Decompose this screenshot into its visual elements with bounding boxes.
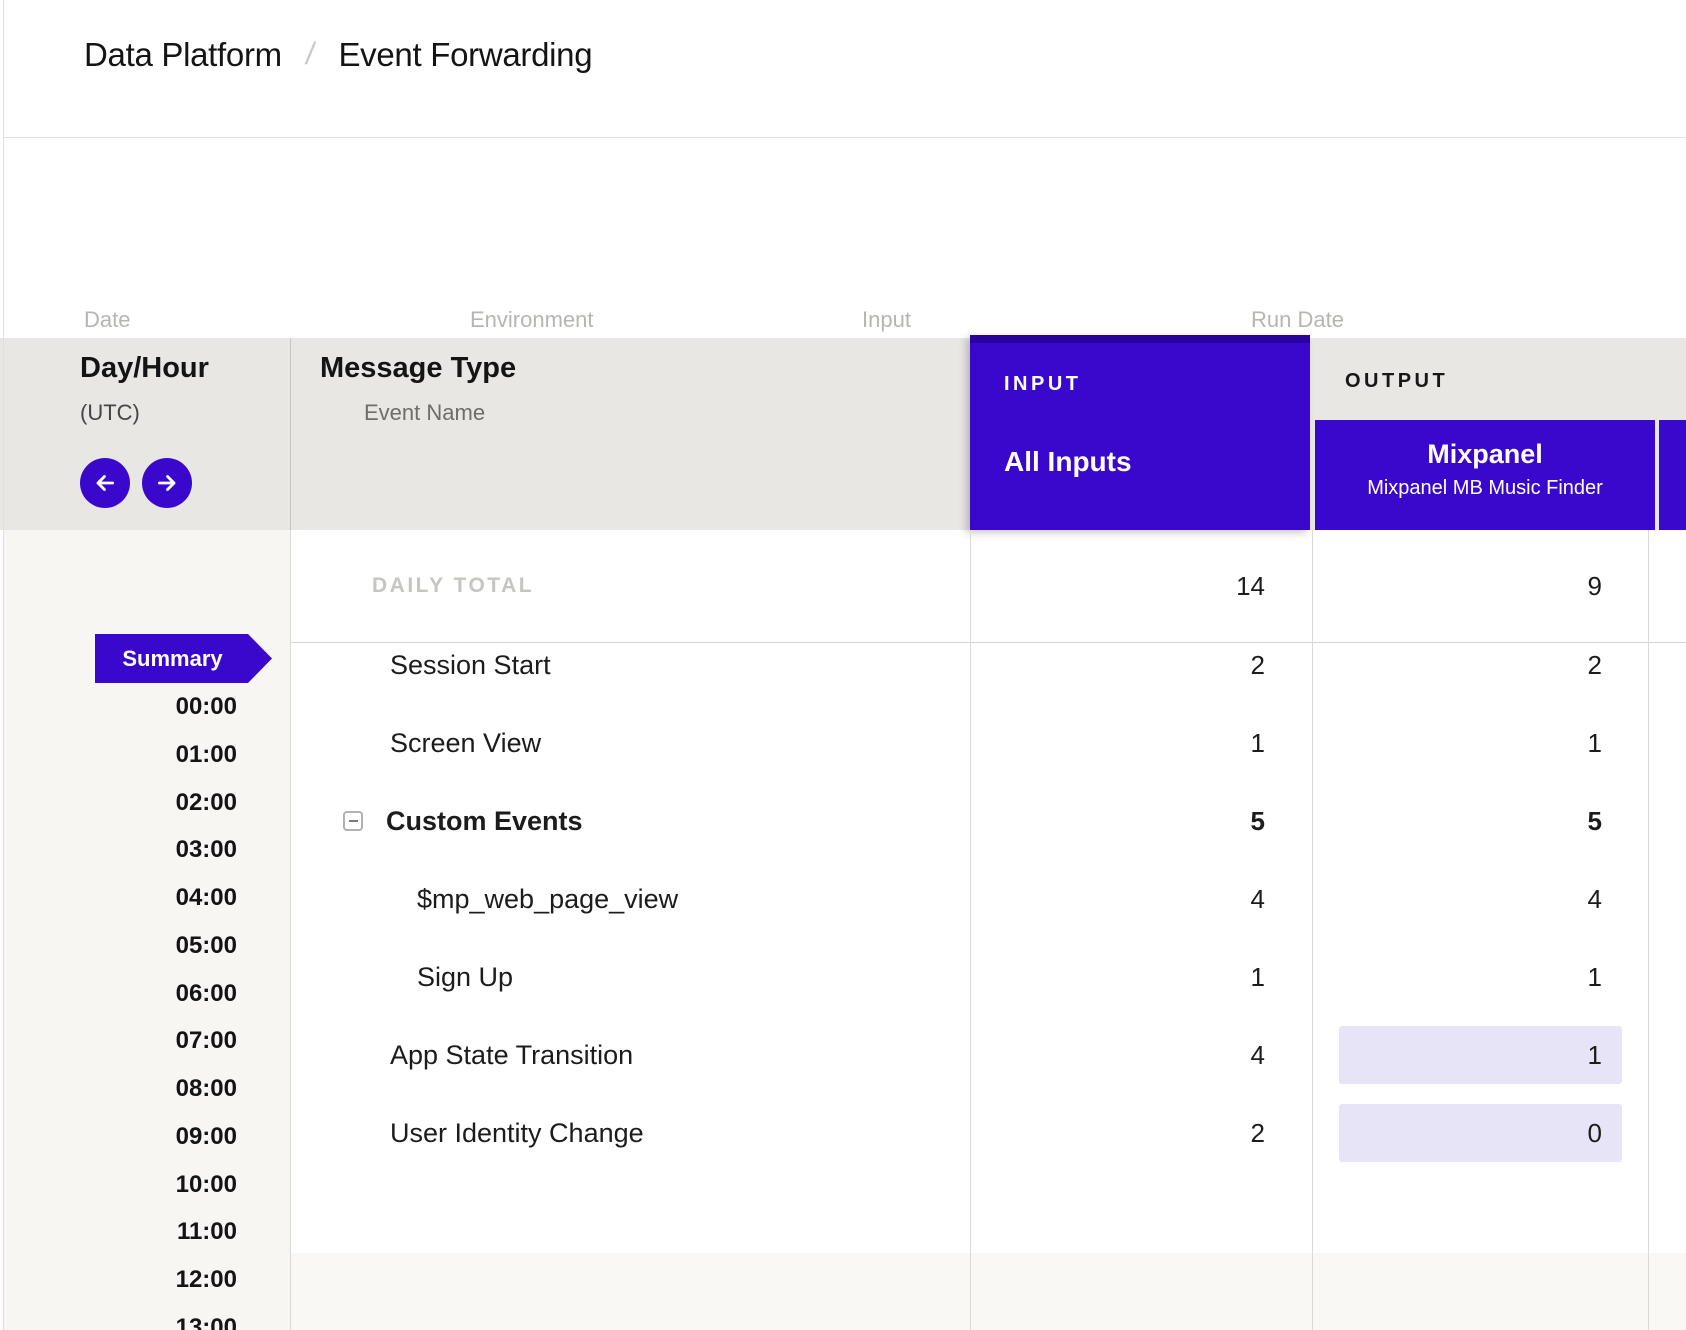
output-count: 1 [1588, 954, 1602, 1000]
hour-row-label[interactable]: 02:00 [4, 779, 237, 827]
arrow-right-icon [154, 470, 180, 496]
hour-row-label[interactable]: 07:00 [4, 1017, 237, 1065]
table-header: Day/Hour (UTC) Message Type Event Name I… [0, 338, 1686, 530]
output-group-label: OUTPUT [1345, 370, 1448, 393]
input-count: 2 [1251, 642, 1265, 688]
output-column-header[interactable]: Mixpanel Mixpanel MB Music Finder [1315, 420, 1655, 530]
environment-label: Environment [470, 307, 594, 333]
input-count: 1 [1251, 720, 1265, 766]
table-row: Sign Up 1 1 [290, 954, 1686, 1032]
breadcrumb-section[interactable]: Data Platform [84, 36, 282, 74]
event-name: App State Transition [390, 1040, 633, 1071]
date-label: Date [84, 307, 130, 333]
event-name-subtitle: Event Name [364, 400, 485, 426]
breadcrumb-current-page: Event Forwarding [338, 36, 592, 74]
event-forwarding-page: Data Platform / Event Forwarding Date En… [0, 0, 1686, 1330]
header-column-divider [290, 338, 291, 530]
input-group-label: INPUT [1004, 373, 1310, 396]
body-column-divider [970, 530, 971, 1330]
body-column-divider [290, 530, 291, 1330]
previous-day-button[interactable] [80, 458, 130, 508]
hour-row-label[interactable]: 11:00 [4, 1208, 237, 1256]
summary-row-badge[interactable]: Summary [95, 634, 272, 683]
table-row: $mp_web_page_view 4 4 [290, 876, 1686, 954]
event-name: Custom Events [386, 806, 583, 837]
input-label: Input [862, 307, 911, 333]
event-name: Screen View [390, 728, 541, 759]
day-hour-title: Day/Hour [80, 352, 209, 385]
table-row: App State Transition 4 1 [290, 1032, 1686, 1110]
input-column-name: All Inputs [1004, 446, 1310, 478]
daily-total-input-value: 14 [1236, 530, 1265, 642]
output-count: 5 [1588, 798, 1602, 844]
output-count: 1 [1588, 720, 1602, 766]
output-count: 0 [1588, 1118, 1602, 1149]
input-count: 1 [1251, 954, 1265, 1000]
hour-row-label[interactable]: 08:00 [4, 1065, 237, 1113]
highlighted-output-cell: 0 [1339, 1104, 1622, 1162]
breadcrumb: Data Platform / Event Forwarding [4, 0, 1686, 138]
daily-total-output-value: 9 [1588, 530, 1602, 642]
daily-total-label: DAILY TOTAL [372, 530, 534, 642]
output-count: 2 [1588, 642, 1602, 688]
run-date-label: Run Date [1251, 307, 1344, 333]
table-row: User Identity Change 2 0 [290, 1110, 1686, 1188]
output-count: 4 [1588, 876, 1602, 922]
hour-row-label[interactable]: 01:00 [4, 731, 237, 779]
hour-row-label[interactable]: 09:00 [4, 1113, 237, 1161]
input-count: 2 [1251, 1110, 1265, 1156]
hour-row-label[interactable]: 13:00 [4, 1304, 237, 1330]
hour-row-label[interactable]: 05:00 [4, 922, 237, 970]
event-rows: Session Start 2 2 Screen View 1 1 Custom Event… [290, 642, 1686, 1188]
next-day-button[interactable] [142, 458, 192, 508]
output-column-subtitle: Mixpanel MB Music Finder [1315, 477, 1655, 500]
output-column-name: Mixpanel [1315, 439, 1655, 470]
day-hour-timezone: (UTC) [80, 400, 140, 426]
hour-row-label[interactable]: 03:00 [4, 826, 237, 874]
table-footer-area [290, 1253, 1686, 1330]
message-type-title: Message Type [320, 352, 516, 385]
filter-bar: Date Environment Input Run Date 08/08/20… [4, 139, 1686, 338]
hour-row-label[interactable]: 10:00 [4, 1161, 237, 1209]
input-count: 4 [1251, 876, 1265, 922]
event-name: $mp_web_page_view [417, 884, 678, 915]
collapse-minus-icon[interactable] [343, 811, 363, 831]
next-output-column-partial[interactable] [1659, 420, 1686, 530]
body-column-divider [1312, 530, 1313, 1330]
event-name: Session Start [390, 650, 551, 681]
hour-row-label[interactable]: 12:00 [4, 1256, 237, 1304]
page-left-border [3, 0, 4, 1330]
input-count: 4 [1251, 1032, 1265, 1078]
highlighted-output-cell: 1 [1339, 1026, 1622, 1084]
breadcrumb-separator: / [303, 36, 317, 72]
input-column-header[interactable]: INPUT All Inputs [970, 335, 1310, 530]
hour-row-label[interactable]: 04:00 [4, 874, 237, 922]
arrow-left-icon [92, 470, 118, 496]
daily-total-row: DAILY TOTAL 14 9 [290, 530, 1686, 643]
table-row: Custom Events 5 5 [290, 798, 1686, 876]
event-name: Sign Up [417, 962, 513, 993]
hour-row-label[interactable]: 00:00 [4, 683, 237, 731]
day-navigation [80, 458, 192, 508]
input-count: 5 [1251, 798, 1265, 844]
table-row: Session Start 2 2 [290, 642, 1686, 720]
body-column-divider [1648, 530, 1649, 1330]
hour-row-label[interactable]: 06:00 [4, 970, 237, 1018]
output-count: 1 [1588, 1040, 1602, 1071]
event-name: User Identity Change [390, 1118, 644, 1149]
table-row: Screen View 1 1 [290, 720, 1686, 798]
